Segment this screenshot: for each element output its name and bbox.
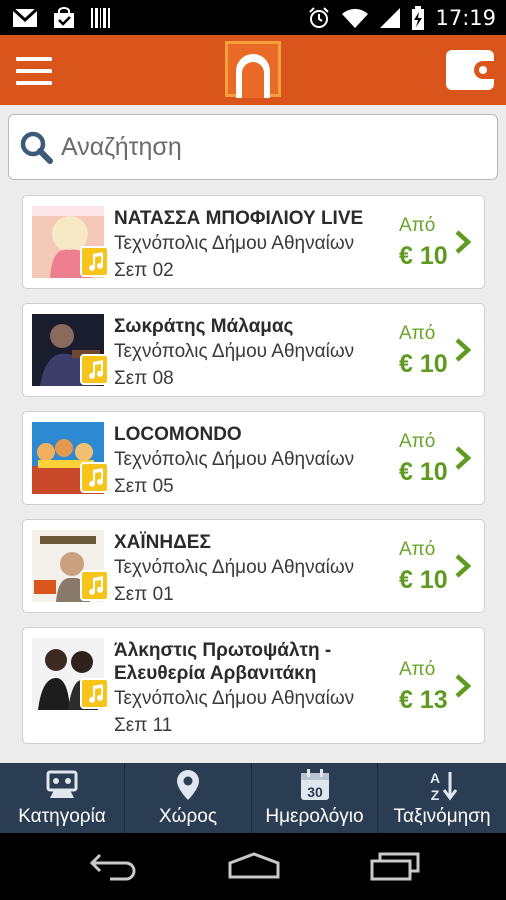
home-icon[interactable] <box>226 851 282 881</box>
price-value: € 10 <box>399 242 448 270</box>
calendar-icon: 30 <box>300 769 329 800</box>
bottom-tab-bar: Κατηγορία Χώρος 30 Ημερολόγιο A Z Ταξινό… <box>0 763 506 833</box>
tab-category[interactable]: Κατηγορία <box>0 763 125 833</box>
music-note-icon <box>80 678 109 709</box>
music-note-icon <box>80 570 109 601</box>
event-date: Σεπ 11 <box>114 715 173 736</box>
price-value: € 10 <box>399 458 448 486</box>
signal-icon <box>380 7 401 28</box>
list-item[interactable]: ΝΑΤΑΣΣΑ ΜΠΟΦΙΛΙΟΥ LIVE Τεχνόπολις Δήμου … <box>22 195 485 289</box>
app-bar <box>0 35 506 105</box>
price-label: Από <box>399 215 436 236</box>
status-bar: 17:19 <box>0 0 506 35</box>
system-nav-bar <box>0 833 506 900</box>
music-note-icon <box>80 462 109 493</box>
music-note-icon <box>80 246 109 277</box>
category-icon <box>46 770 78 798</box>
calendar-icon-text: 30 <box>307 784 323 800</box>
gmail-icon <box>12 7 38 27</box>
list-item[interactable]: ΧΑΪΝΗΔΕΣ Τεχνόπολις Δήμου Αθηναίων Σεπ 0… <box>22 519 485 613</box>
price-label: Από <box>399 323 436 344</box>
chevron-right-icon <box>455 338 472 362</box>
list-item[interactable]: Άλκηστις Πρωτοψάλτη - Ελευθερία Αρβανιτά… <box>22 627 485 744</box>
event-venue: Τεχνόπολις Δήμου Αθηναίων <box>114 233 355 254</box>
venue-logo-icon[interactable] <box>225 41 281 98</box>
sort-az-icon: A Z <box>430 770 458 802</box>
chevron-right-icon <box>455 230 472 254</box>
event-title-line-2: Ελευθερία Αρβανιτάκη <box>114 663 317 684</box>
event-title: Σωκράτης Μάλαμας <box>114 316 294 337</box>
list-item[interactable]: LOCOMONDO Τεχνόπολις Δήμου Αθηναίων Σεπ … <box>22 411 485 505</box>
status-time: 17:19 <box>435 5 496 30</box>
event-title: ΝΑΤΑΣΣΑ ΜΠΟΦΙΛΙΟΥ LIVE <box>114 208 364 229</box>
chevron-right-icon <box>455 446 472 470</box>
recent-apps-icon[interactable] <box>368 851 422 881</box>
price-value: € 10 <box>399 566 448 594</box>
tab-label: Ταξινόμηση <box>393 806 491 827</box>
tab-venue[interactable]: Χώρος <box>125 763 252 833</box>
location-pin-icon <box>177 770 199 800</box>
tab-calendar[interactable]: 30 Ημερολόγιο <box>252 763 378 833</box>
tab-label: Ημερολόγιο <box>265 806 364 827</box>
wifi-icon <box>342 8 369 28</box>
sort-icon-bottom-letter: Z <box>431 787 440 802</box>
list-item[interactable]: Σωκράτης Μάλαμας Τεχνόπολις Δήμου Αθηναί… <box>22 303 485 397</box>
music-note-icon <box>80 354 109 385</box>
tab-sort[interactable]: A Z Ταξινόμηση <box>378 763 506 833</box>
hamburger-icon[interactable] <box>16 57 52 85</box>
event-date: Σεπ 01 <box>114 584 174 605</box>
wallet-icon[interactable] <box>446 50 494 90</box>
event-venue: Τεχνόπολις Δήμου Αθηναίων <box>114 557 355 578</box>
event-title-line-1: Άλκηστις Πρωτοψάλτη - <box>114 640 332 661</box>
back-icon[interactable] <box>88 851 138 881</box>
event-venue: Τεχνόπολις Δήμου Αθηναίων <box>114 449 355 470</box>
bag-check-icon <box>54 6 74 28</box>
event-date: Σεπ 08 <box>114 368 174 389</box>
barcode-icon <box>91 7 110 28</box>
price-label: Από <box>399 659 436 680</box>
price-label: Από <box>399 431 436 452</box>
price-value: € 13 <box>399 686 448 714</box>
event-date: Σεπ 02 <box>114 260 174 281</box>
tab-label: Χώρος <box>158 806 218 827</box>
event-venue: Τεχνόπολις Δήμου Αθηναίων <box>114 688 355 709</box>
price-value: € 10 <box>399 350 448 378</box>
search-box[interactable] <box>8 114 498 180</box>
event-date: Σεπ 05 <box>114 476 174 497</box>
tab-label: Κατηγορία <box>18 806 106 827</box>
chevron-right-icon <box>455 554 472 578</box>
alarm-icon <box>309 6 330 28</box>
sort-icon-top-letter: A <box>430 770 440 786</box>
event-venue: Τεχνόπολις Δήμου Αθηναίων <box>114 341 355 362</box>
chevron-right-icon <box>455 674 472 698</box>
event-title: ΧΑΪΝΗΔΕΣ <box>114 532 211 553</box>
search-icon <box>20 131 53 164</box>
price-label: Από <box>399 539 436 560</box>
search-input[interactable] <box>61 132 481 162</box>
event-title: LOCOMONDO <box>114 424 242 445</box>
battery-charging-icon <box>412 5 425 30</box>
